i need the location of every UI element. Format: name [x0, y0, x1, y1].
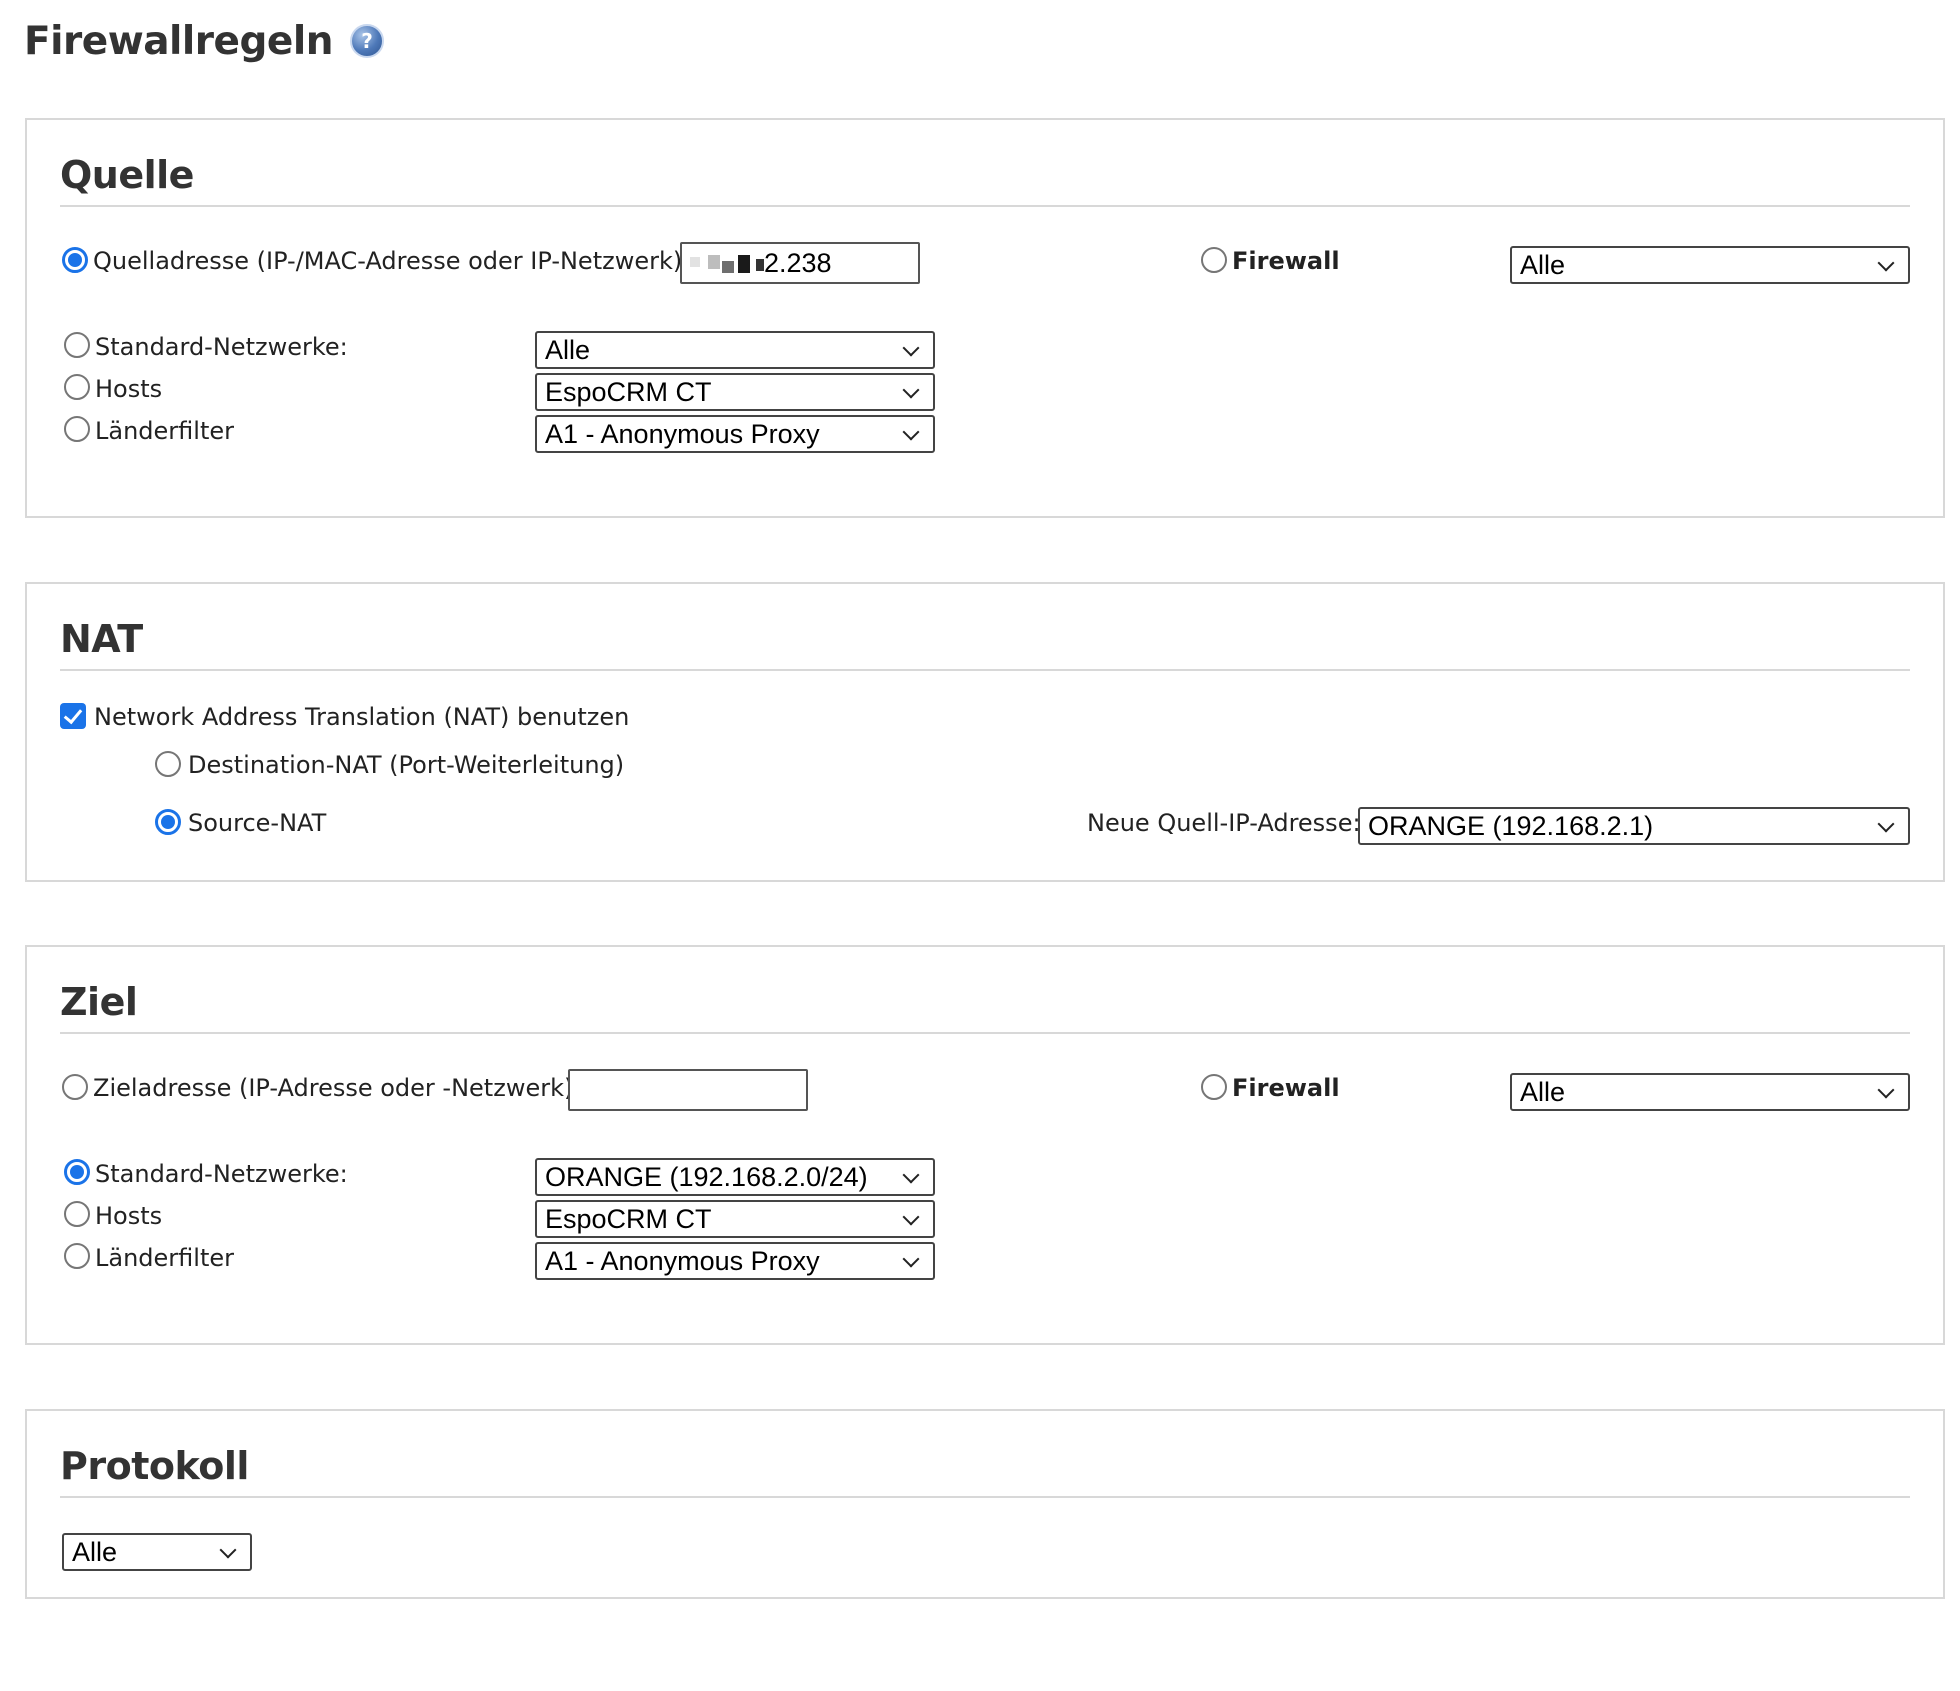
- question-mark-icon[interactable]: ?: [350, 24, 384, 58]
- section-ziel: Ziel Zieladresse (IP-Adresse oder -Netzw…: [25, 945, 1945, 1345]
- destination-nat-radio[interactable]: [155, 751, 181, 777]
- page-title: Firewallregeln: [24, 19, 333, 64]
- source-country-filter-select[interactable]: A1 - Anonymous Proxy: [535, 415, 935, 453]
- destination-country-filter-select-value: A1 - Anonymous Proxy: [545, 1246, 820, 1276]
- source-firewall-select[interactable]: Alle: [1510, 246, 1910, 284]
- chevron-down-icon: [219, 1541, 237, 1559]
- destination-country-filter-select[interactable]: A1 - Anonymous Proxy: [535, 1242, 935, 1280]
- destination-firewall-radio[interactable]: [1201, 1074, 1227, 1100]
- chevron-down-icon: [902, 1166, 920, 1184]
- destination-nat-label: Destination-NAT (Port-Weiterleitung): [188, 751, 625, 779]
- source-standard-networks-select-value: Alle: [545, 335, 591, 365]
- source-country-filter-label: Länderfilter: [95, 417, 234, 445]
- source-standard-networks-radio[interactable]: [64, 332, 90, 358]
- chevron-down-icon: [1877, 1081, 1895, 1099]
- chevron-down-icon: [1877, 815, 1895, 833]
- source-address-radio[interactable]: [62, 247, 88, 273]
- destination-standard-networks-label: Standard-Netzwerke:: [95, 1160, 348, 1188]
- destination-address-label: Zieladresse (IP-Adresse oder -Netzwerk):: [93, 1074, 582, 1102]
- section-divider: [60, 1032, 1910, 1034]
- destination-hosts-select[interactable]: EspoCRM CT: [535, 1200, 935, 1238]
- use-nat-label: Network Address Translation (NAT) benutz…: [94, 703, 630, 731]
- source-firewall-select-value: Alle: [1520, 250, 1566, 280]
- section-quelle: Quelle Quelladresse (IP-/MAC-Adresse ode…: [25, 118, 1945, 518]
- destination-address-input[interactable]: [568, 1069, 808, 1111]
- source-address-input[interactable]: 2.238: [680, 242, 920, 284]
- new-source-ip-label: Neue Quell-IP-Adresse:: [1087, 809, 1361, 837]
- chevron-down-icon: [902, 339, 920, 357]
- destination-country-filter-label: Länderfilter: [95, 1244, 234, 1272]
- destination-hosts-label: Hosts: [95, 1202, 163, 1230]
- protocol-select-value: Alle: [72, 1537, 118, 1567]
- section-title-ziel: Ziel: [60, 980, 138, 1024]
- destination-standard-networks-select-value: ORANGE (192.168.2.0/24): [545, 1162, 868, 1192]
- destination-address-radio[interactable]: [62, 1074, 88, 1100]
- section-nat: NAT Network Address Translation (NAT) be…: [25, 582, 1945, 882]
- source-country-filter-select-value: A1 - Anonymous Proxy: [545, 419, 820, 449]
- source-hosts-select[interactable]: EspoCRM CT: [535, 373, 935, 411]
- section-title-protokoll: Protokoll: [60, 1444, 249, 1488]
- destination-standard-networks-select[interactable]: ORANGE (192.168.2.0/24): [535, 1158, 935, 1196]
- source-nat-label: Source-NAT: [188, 809, 327, 837]
- chevron-down-icon: [902, 1250, 920, 1268]
- destination-hosts-radio[interactable]: [64, 1201, 90, 1227]
- section-title-quelle: Quelle: [60, 153, 194, 197]
- redacted-ip-octets: [688, 253, 764, 275]
- source-firewall-radio[interactable]: [1201, 247, 1227, 273]
- source-hosts-radio[interactable]: [64, 374, 90, 400]
- source-standard-networks-label: Standard-Netzwerke:: [95, 333, 348, 361]
- source-address-label: Quelladresse (IP-/MAC-Adresse oder IP-Ne…: [93, 247, 691, 275]
- source-nat-radio[interactable]: [155, 809, 181, 835]
- section-title-nat: NAT: [60, 617, 143, 661]
- source-firewall-label: Firewall: [1232, 247, 1340, 275]
- protocol-select[interactable]: Alle: [62, 1533, 252, 1571]
- chevron-down-icon: [1877, 254, 1895, 272]
- chevron-down-icon: [902, 381, 920, 399]
- use-nat-checkbox[interactable]: [60, 703, 86, 729]
- new-source-ip-select-value: ORANGE (192.168.2.1): [1368, 811, 1654, 841]
- source-hosts-select-value: EspoCRM CT: [545, 377, 712, 407]
- source-hosts-label: Hosts: [95, 375, 163, 403]
- source-address-value: 2.238: [764, 248, 832, 278]
- chevron-down-icon: [902, 1208, 920, 1226]
- section-divider: [60, 205, 1910, 207]
- chevron-down-icon: [902, 423, 920, 441]
- section-divider: [60, 669, 1910, 671]
- source-country-filter-radio[interactable]: [64, 416, 90, 442]
- destination-firewall-select-value: Alle: [1520, 1077, 1566, 1107]
- section-protokoll: Protokoll Alle: [25, 1409, 1945, 1599]
- destination-standard-networks-radio[interactable]: [64, 1159, 90, 1185]
- new-source-ip-select[interactable]: ORANGE (192.168.2.1): [1358, 807, 1910, 845]
- destination-firewall-select[interactable]: Alle: [1510, 1073, 1910, 1111]
- source-standard-networks-select[interactable]: Alle: [535, 331, 935, 369]
- destination-firewall-label: Firewall: [1232, 1074, 1340, 1102]
- destination-hosts-select-value: EspoCRM CT: [545, 1204, 712, 1234]
- destination-country-filter-radio[interactable]: [64, 1243, 90, 1269]
- section-divider: [60, 1496, 1910, 1498]
